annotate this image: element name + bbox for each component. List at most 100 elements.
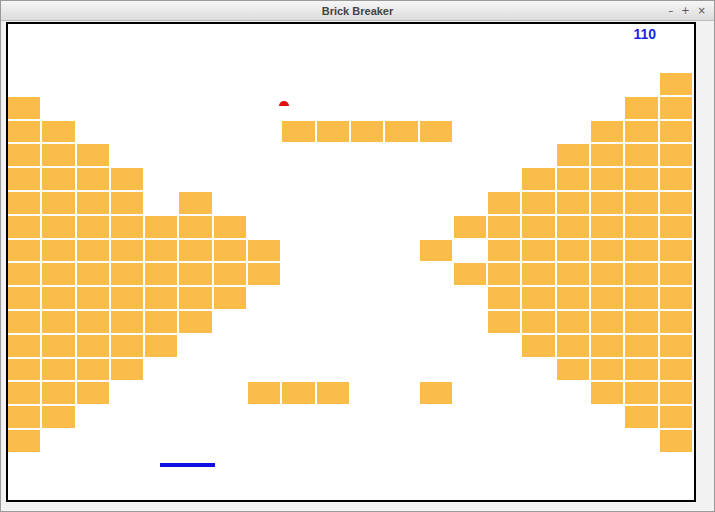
empty-cell (522, 382, 554, 404)
brick (660, 240, 692, 262)
brick (625, 382, 657, 404)
brick (557, 216, 589, 238)
brick (42, 121, 74, 143)
empty-cell (248, 144, 280, 166)
empty-cell (488, 168, 520, 190)
empty-cell (179, 168, 211, 190)
empty-cell (248, 287, 280, 309)
empty-cell (385, 73, 417, 95)
empty-cell (179, 121, 211, 143)
brick (591, 121, 623, 143)
empty-cell (214, 144, 246, 166)
brick (179, 287, 211, 309)
brick (522, 311, 554, 333)
empty-cell (145, 192, 177, 214)
brick (111, 311, 143, 333)
brick (111, 240, 143, 262)
empty-cell (214, 73, 246, 95)
empty-cell (488, 73, 520, 95)
empty-cell (248, 311, 280, 333)
empty-cell (145, 121, 177, 143)
empty-cell (591, 430, 623, 452)
brick (111, 216, 143, 238)
brick (625, 311, 657, 333)
brick (8, 97, 40, 119)
empty-cell (351, 97, 383, 119)
brick (145, 240, 177, 262)
brick (8, 430, 40, 452)
empty-cell (385, 335, 417, 357)
window-body: 110 (1, 21, 714, 511)
brick (8, 144, 40, 166)
brick (557, 287, 589, 309)
empty-cell (557, 430, 589, 452)
empty-cell (522, 144, 554, 166)
brick (522, 168, 554, 190)
empty-cell (317, 311, 349, 333)
brick (77, 240, 109, 262)
empty-cell (454, 335, 486, 357)
brick (42, 263, 74, 285)
empty-cell (454, 192, 486, 214)
empty-cell (317, 240, 349, 262)
empty-cell (454, 382, 486, 404)
window-control-button[interactable]: – (668, 6, 673, 16)
empty-cell (557, 97, 589, 119)
game-window: Brick Breaker–+×110 (0, 0, 715, 512)
brick (8, 263, 40, 285)
window-control-button[interactable]: + (681, 6, 689, 16)
empty-cell (351, 192, 383, 214)
brick (42, 144, 74, 166)
brick (42, 216, 74, 238)
empty-cell (8, 73, 40, 95)
empty-cell (145, 406, 177, 428)
empty-cell (385, 311, 417, 333)
empty-cell (214, 168, 246, 190)
brick (420, 121, 452, 143)
brick (145, 287, 177, 309)
brick (591, 144, 623, 166)
empty-cell (385, 406, 417, 428)
empty-cell (420, 263, 452, 285)
brick (557, 311, 589, 333)
empty-cell (282, 192, 314, 214)
brick (111, 263, 143, 285)
empty-cell (488, 97, 520, 119)
brick (591, 240, 623, 262)
brick (522, 335, 554, 357)
paddle[interactable] (160, 463, 215, 467)
window-control-button[interactable]: × (698, 6, 706, 16)
empty-cell (179, 382, 211, 404)
empty-cell (248, 359, 280, 381)
brick (77, 216, 109, 238)
brick (488, 263, 520, 285)
empty-cell (351, 311, 383, 333)
brick (8, 382, 40, 404)
empty-cell (454, 359, 486, 381)
brick (77, 144, 109, 166)
empty-cell (248, 335, 280, 357)
empty-cell (522, 73, 554, 95)
brick (557, 263, 589, 285)
brick (522, 216, 554, 238)
brick (77, 335, 109, 357)
empty-cell (522, 406, 554, 428)
game-canvas[interactable]: 110 (6, 22, 696, 502)
empty-cell (420, 335, 452, 357)
empty-cell (591, 97, 623, 119)
empty-cell (111, 97, 143, 119)
empty-cell (522, 121, 554, 143)
empty-cell (214, 192, 246, 214)
empty-cell (145, 168, 177, 190)
brick (42, 311, 74, 333)
brick (522, 192, 554, 214)
empty-cell (351, 382, 383, 404)
empty-cell (111, 121, 143, 143)
brick (179, 311, 211, 333)
brick (179, 216, 211, 238)
empty-cell (557, 406, 589, 428)
empty-cell (454, 430, 486, 452)
empty-cell (385, 382, 417, 404)
brick (660, 121, 692, 143)
brick (420, 382, 452, 404)
